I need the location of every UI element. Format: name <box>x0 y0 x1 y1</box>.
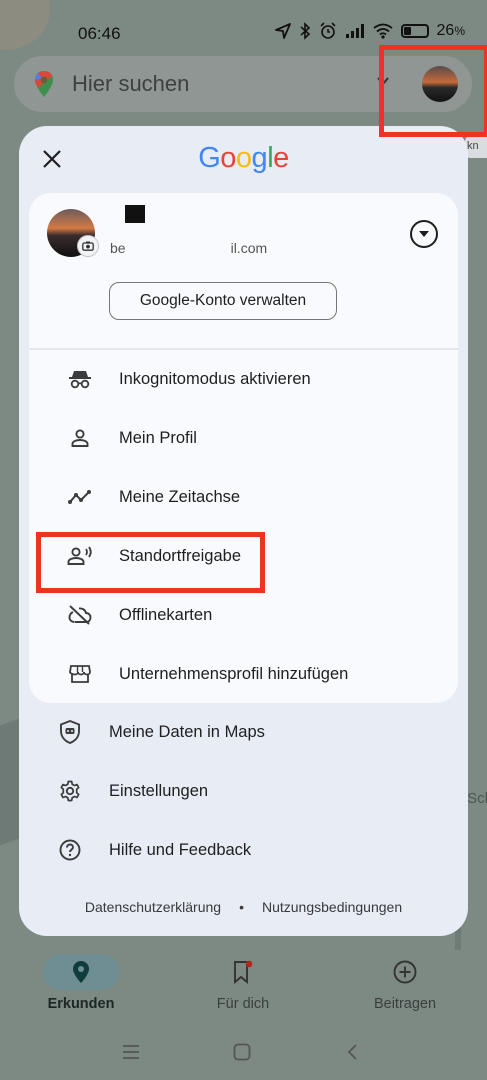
menu-item-label: Inkognitomodus aktivieren <box>119 369 311 388</box>
email-prefix: be <box>110 240 126 256</box>
manage-account-button[interactable]: Google-Konto verwalten <box>109 282 337 320</box>
person-icon <box>67 425 93 451</box>
highlight-box-location-sharing <box>36 532 265 593</box>
menu-item-business-profile[interactable]: Unternehmensprofil hinzufügen <box>29 645 458 703</box>
help-icon <box>57 837 83 863</box>
camera-icon[interactable] <box>77 235 99 257</box>
logo-letter: o <box>235 142 252 174</box>
search-input[interactable]: Hier suchen <box>72 71 189 97</box>
logo-letter: g <box>251 142 268 174</box>
chevron-down-icon <box>419 231 429 237</box>
timeline-icon <box>67 484 93 510</box>
tab-icon-wrap <box>205 954 281 990</box>
gear-icon <box>57 778 83 804</box>
nav-tab-contribute[interactable]: Beitragen <box>367 954 443 1012</box>
menu-item-offline-maps[interactable]: Offlinekarten <box>29 586 458 644</box>
home-icon[interactable] <box>233 1043 251 1061</box>
menu-item-label: Hilfe und Feedback <box>109 840 252 859</box>
terms-link[interactable]: Nutzungsbedingungen <box>262 899 402 915</box>
privacy-link[interactable]: Datenschutzerklärung <box>85 899 221 915</box>
logo-letter: e <box>273 142 289 174</box>
switch-account-button[interactable] <box>410 220 438 248</box>
nav-tab-label: Erkunden <box>47 996 115 1012</box>
google-logo: Google <box>19 142 468 175</box>
cloud-off-icon <box>67 602 93 628</box>
menu-item-label: Meine Daten in Maps <box>109 722 265 741</box>
shield-data-icon <box>57 719 83 745</box>
account-card: be il.com Google-Konto verwalten Inkognit… <box>29 193 458 703</box>
email-redaction <box>125 239 231 253</box>
maps-logo-icon <box>35 71 53 97</box>
status-time: 06:46 <box>78 24 121 43</box>
alarm-icon <box>319 22 336 39</box>
tab-icon-wrap <box>367 954 443 990</box>
footer-separator: • <box>239 899 244 915</box>
nav-tab-for-you[interactable]: Für dich <box>205 954 281 1012</box>
system-navigation-bar <box>0 1030 487 1080</box>
signal-icon <box>345 24 364 38</box>
nav-tab-label: Beitragen <box>373 996 437 1012</box>
wifi-icon <box>372 23 393 39</box>
bookmark-icon <box>234 960 253 984</box>
battery-icon <box>400 24 429 38</box>
add-circle-icon <box>393 960 417 984</box>
back-icon[interactable] <box>346 1043 358 1061</box>
highlight-box-avatar <box>379 45 487 137</box>
explore-pin-icon <box>73 961 89 983</box>
email-suffix: il.com <box>230 240 268 256</box>
menu-item-label: Meine Zeitachse <box>119 487 241 506</box>
menu-item-settings[interactable]: Einstellungen <box>19 762 468 820</box>
menu-item-my-data[interactable]: Meine Daten in Maps <box>19 703 468 761</box>
logo-letter: o <box>220 142 236 174</box>
account-menu-sheet: Google be il.com Google-Konto verwalten I… <box>19 126 468 936</box>
menu-item-label: Offlinekarten <box>119 605 213 624</box>
bluetooth-icon <box>300 22 310 40</box>
battery-level: 26% <box>436 22 465 39</box>
menu-item-help[interactable]: Hilfe und Feedback <box>19 821 468 879</box>
nav-tab-label: Für dich <box>216 996 270 1012</box>
storefront-icon <box>67 661 93 687</box>
footer-links: Datenschutzerklärung • Nutzungsbedingungen <box>19 899 468 915</box>
nav-tab-explore[interactable]: Erkunden <box>43 954 119 1012</box>
account-name-redacted <box>125 205 145 223</box>
map-badge[interactable]: kn <box>465 136 487 158</box>
menu-item-label: Unternehmensprofil hinzufügen <box>119 664 349 683</box>
menu-item-label: Einstellungen <box>109 781 209 800</box>
recent-apps-icon[interactable] <box>122 1044 140 1060</box>
incognito-icon <box>67 366 93 392</box>
bottom-navigation: Erkunden Für dich Beitragen <box>0 940 487 1020</box>
menu-item-incognito[interactable]: Inkognitomodus aktivieren <box>29 350 458 408</box>
menu-item-profile[interactable]: Mein Profil <box>29 409 458 467</box>
navigation-arrow-icon <box>274 23 291 39</box>
map-place-label: Sch <box>467 790 487 807</box>
account-email: be il.com <box>110 239 267 256</box>
active-tab-indicator <box>43 954 119 990</box>
menu-item-label: Mein Profil <box>119 428 197 447</box>
menu-item-timeline[interactable]: Meine Zeitachse <box>29 468 458 526</box>
logo-letter: G <box>198 142 221 174</box>
